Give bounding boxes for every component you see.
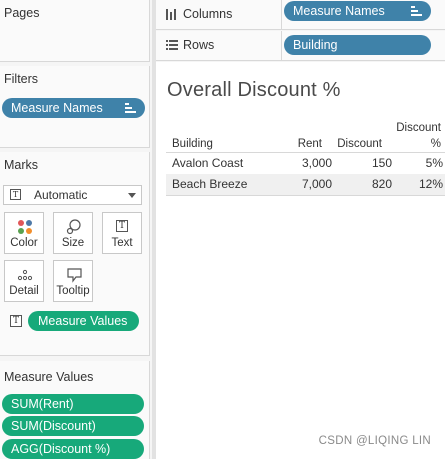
filter-pill-measure-names[interactable]: Measure Names xyxy=(2,98,145,118)
measure-pill-agg-discount-pct[interactable]: AGG(Discount %) xyxy=(2,439,144,459)
filter-pill-label: Measure Names xyxy=(11,101,103,115)
detail-label: Detail xyxy=(9,285,39,297)
marks-title: Marks xyxy=(4,158,39,172)
filters-card[interactable]: Filters Measure Names xyxy=(0,66,150,148)
color-button[interactable]: Color xyxy=(4,212,44,254)
columns-shelf-label: Columns xyxy=(158,0,282,29)
marks-pill-label: Measure Values xyxy=(38,314,128,328)
rows-shelf-label: Rows xyxy=(158,31,282,60)
marks-pill-measure-values[interactable]: Measure Values xyxy=(28,311,139,331)
columns-icon xyxy=(166,9,177,20)
sort-icon xyxy=(411,6,422,16)
left-pane: Pages Filters Measure Names Marks T Auto… xyxy=(0,0,152,459)
chevron-down-icon xyxy=(128,193,136,198)
header-building: Building xyxy=(172,138,213,150)
size-icon xyxy=(54,219,92,235)
measure-pill-label: SUM(Rent) xyxy=(11,397,74,411)
tooltip-icon xyxy=(54,267,92,283)
rows-icon xyxy=(166,40,178,50)
cell-building: Beach Breeze xyxy=(172,177,248,191)
header-rent: Rent xyxy=(297,138,322,150)
worksheet-view[interactable]: Overall Discount % Building Rent Discoun… xyxy=(156,62,445,459)
cell-discount: 820 xyxy=(371,177,392,191)
cell-rent: 7,000 xyxy=(301,177,332,191)
columns-shelf[interactable]: Columns Measure Names xyxy=(156,0,445,30)
rows-label: Rows xyxy=(183,38,215,52)
size-button[interactable]: Size xyxy=(53,212,93,254)
columns-label: Columns xyxy=(183,7,233,21)
text-button[interactable]: T Text xyxy=(102,212,142,254)
filters-title: Filters xyxy=(4,72,39,86)
rows-pill-building[interactable]: Building xyxy=(284,35,431,55)
detail-button[interactable]: Detail xyxy=(4,260,44,302)
columns-pill-label: Measure Names xyxy=(293,4,385,18)
view-title: Overall Discount % xyxy=(167,79,341,101)
pages-card[interactable]: Pages xyxy=(0,0,150,62)
table-row[interactable]: Avalon Coast 3,000 150 5% xyxy=(166,153,445,174)
cell-building: Avalon Coast xyxy=(172,156,244,170)
mark-type-value: Automatic xyxy=(34,188,88,202)
measure-values-card[interactable]: Measure Values SUM(Rent) SUM(Discount) A… xyxy=(0,361,150,459)
rows-pill-label: Building xyxy=(293,38,338,52)
color-icon xyxy=(5,219,43,234)
cell-discount: 150 xyxy=(371,156,392,170)
tooltip-label: Tooltip xyxy=(56,285,90,297)
pages-title: Pages xyxy=(4,6,40,20)
measure-pill-sum-discount[interactable]: SUM(Discount) xyxy=(2,416,144,436)
size-label: Size xyxy=(61,237,85,249)
mark-type-dropdown[interactable]: T Automatic xyxy=(3,185,142,205)
sort-icon xyxy=(125,103,136,113)
detail-icon xyxy=(5,267,43,281)
measure-pill-sum-rent[interactable]: SUM(Rent) xyxy=(2,394,144,414)
watermark: CSDN @LIQING LIN xyxy=(318,435,431,447)
tooltip-button[interactable]: Tooltip xyxy=(53,260,93,302)
cell-discount-pct: 12% xyxy=(418,177,443,191)
text-label: Text xyxy=(111,237,133,249)
rows-shelf[interactable]: Rows Building xyxy=(156,31,445,61)
text-mark-icon: T xyxy=(10,189,21,200)
header-discount: Discount xyxy=(337,138,382,150)
table-bottom-divider xyxy=(166,195,445,196)
text-encoding-icon: T xyxy=(10,315,22,327)
columns-pill-measure-names[interactable]: Measure Names xyxy=(284,1,431,21)
measure-pill-label: AGG(Discount %) xyxy=(11,442,111,456)
cell-rent: 3,000 xyxy=(301,156,332,170)
table-row[interactable]: Beach Breeze 7,000 820 12% xyxy=(166,174,445,195)
measure-pill-label: SUM(Discount) xyxy=(11,419,96,433)
text-icon: T xyxy=(103,219,141,233)
cell-discount-pct: 5% xyxy=(425,156,443,170)
header-discount-pct-line2: % xyxy=(430,138,441,150)
color-label: Color xyxy=(10,237,38,249)
measure-values-title: Measure Values xyxy=(4,370,94,384)
header-discount-pct-line1: Discount xyxy=(396,122,441,134)
